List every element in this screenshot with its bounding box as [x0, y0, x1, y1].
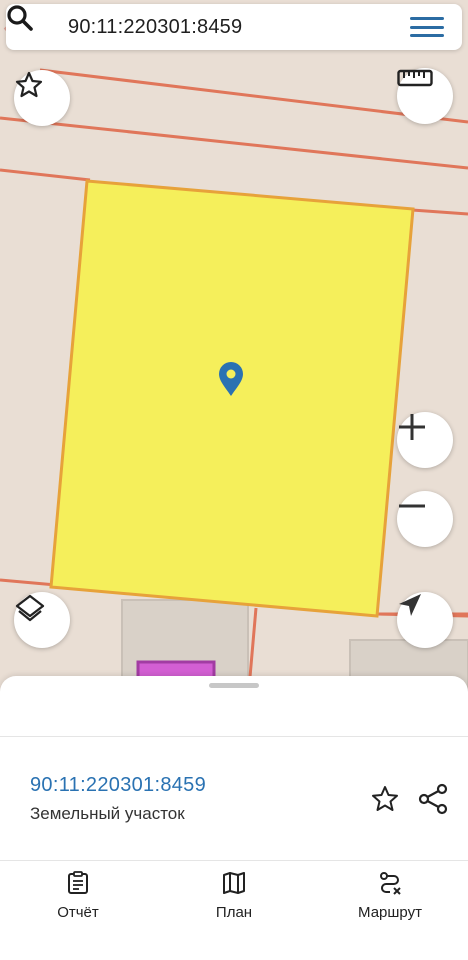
hamburger-menu-icon[interactable]: [410, 14, 444, 40]
layers-button[interactable]: [14, 592, 70, 648]
zoom-in-button[interactable]: [397, 412, 453, 468]
share-button[interactable]: [414, 780, 452, 818]
share-icon: [418, 783, 448, 815]
layers-icon: [15, 594, 45, 622]
star-icon: [372, 786, 398, 811]
tab-route[interactable]: Маршрут: [330, 870, 450, 921]
favorite-object-button[interactable]: [368, 782, 402, 816]
tab-label: Маршрут: [358, 904, 422, 921]
route-icon: [377, 870, 403, 896]
land-parcel: [49, 179, 415, 618]
location-arrow-icon: [399, 594, 421, 616]
tab-label: План: [215, 904, 253, 921]
divider: [0, 860, 468, 861]
search-icon[interactable]: [7, 5, 54, 42]
tab-report[interactable]: Отчёт: [18, 870, 138, 921]
object-type-label: Земельный участок: [30, 804, 185, 823]
star-icon: [15, 71, 43, 98]
report-icon: [65, 870, 91, 896]
map-icon: [221, 870, 247, 896]
search-bar[interactable]: 90:11:220301:8459: [6, 4, 462, 50]
tab-plan[interactable]: План: [174, 870, 294, 921]
minus-icon: [399, 504, 425, 508]
bottom-tab-bar: Отчёт План Маршрут: [0, 862, 468, 960]
favorite-map-button[interactable]: [14, 70, 70, 126]
tab-label: Отчёт: [57, 904, 99, 921]
sheet-drag-handle[interactable]: [209, 683, 259, 688]
search-query[interactable]: 90:11:220301:8459: [68, 16, 410, 39]
divider: [0, 736, 468, 737]
zoom-out-button[interactable]: [397, 491, 453, 547]
map-view[interactable]: РБК 90:11:220301:8459: [0, 0, 468, 700]
my-location-button[interactable]: [397, 592, 453, 648]
plus-icon: [399, 414, 425, 440]
cadastral-number-link[interactable]: 90:11:220301:8459: [30, 774, 206, 797]
ruler-button[interactable]: [397, 68, 453, 124]
ruler-icon: [397, 69, 433, 87]
